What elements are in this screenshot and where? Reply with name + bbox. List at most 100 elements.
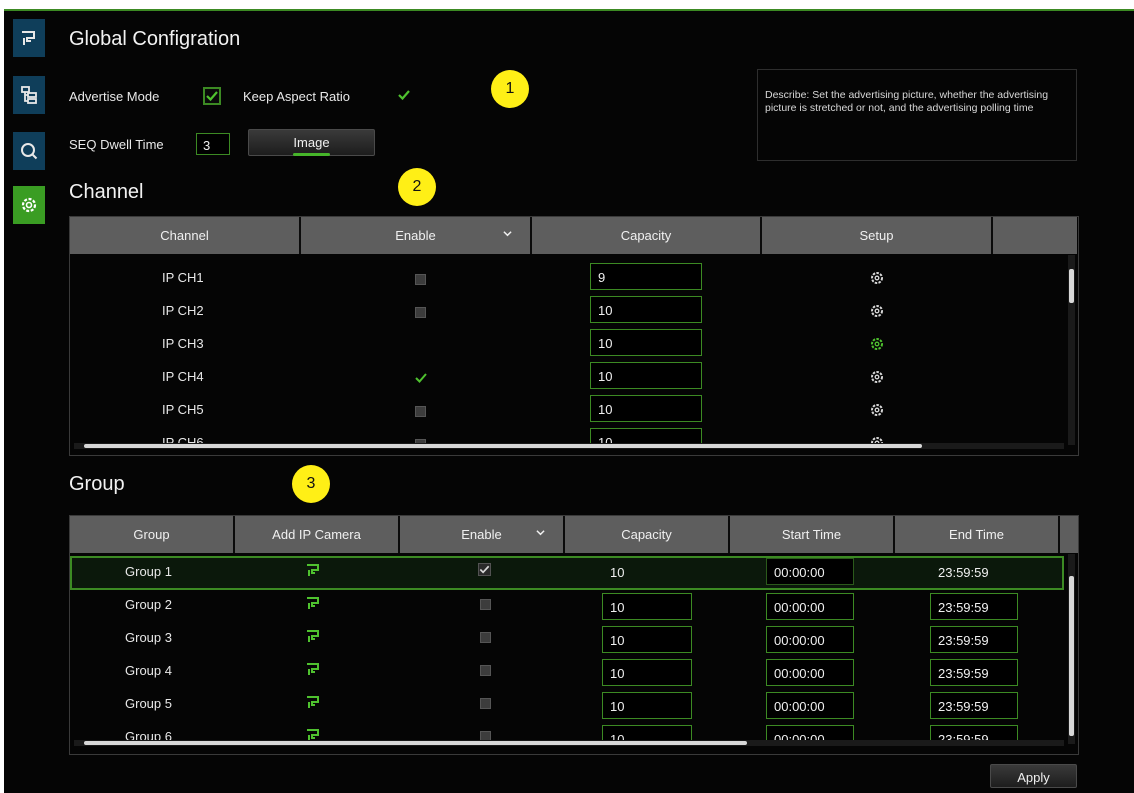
enable-checkbox[interactable] bbox=[415, 274, 426, 285]
advertise-mode-label: Advertise Mode bbox=[69, 89, 160, 104]
seq-dwell-time-label: SEQ Dwell Time bbox=[69, 137, 164, 152]
enable-checkbox-checked[interactable] bbox=[414, 371, 428, 385]
start-time-field[interactable]: 00:00:00 bbox=[766, 725, 854, 740]
capacity-field[interactable]: 10 bbox=[590, 329, 702, 356]
sidebar-item-camera[interactable] bbox=[13, 19, 45, 57]
capacity-field[interactable]: 10 bbox=[602, 659, 692, 686]
table-row[interactable]: Group 1 10 00:00:00 23:59:59 bbox=[70, 558, 1065, 593]
capacity-field[interactable]: 10 bbox=[602, 626, 692, 653]
group-name: Group 6 bbox=[125, 729, 172, 740]
add-ip-camera-icon[interactable] bbox=[305, 562, 321, 578]
capacity-field[interactable]: 9 bbox=[590, 263, 702, 290]
capacity-field[interactable]: 10 bbox=[602, 558, 692, 585]
group-name: Group 1 bbox=[125, 564, 172, 579]
end-time-field[interactable]: 23:59:59 bbox=[930, 593, 1018, 620]
enable-checkbox[interactable] bbox=[480, 599, 491, 610]
enable-checkbox-checked[interactable] bbox=[478, 563, 491, 576]
end-time-field[interactable]: 23:59:59 bbox=[930, 725, 1018, 740]
table-row[interactable]: IP CH2 10 bbox=[70, 296, 1065, 329]
enable-checkbox[interactable] bbox=[480, 731, 491, 740]
enable-checkbox[interactable] bbox=[480, 698, 491, 709]
start-time-field[interactable]: 00:00:00 bbox=[766, 558, 854, 585]
channel-vertical-scrollbar[interactable] bbox=[1068, 255, 1075, 445]
enable-checkbox[interactable] bbox=[480, 665, 491, 676]
annotation-marker-1: 1 bbox=[491, 70, 529, 108]
capacity-field[interactable]: 10 bbox=[590, 395, 702, 422]
table-row[interactable]: Group 2 10 00:00:00 23:59:59 bbox=[70, 593, 1065, 626]
scrollbar-thumb[interactable] bbox=[1069, 576, 1074, 736]
table-row[interactable]: IP CH6 10 bbox=[70, 428, 1065, 444]
column-header-enable[interactable]: Enable bbox=[400, 516, 565, 553]
setup-gear-icon[interactable] bbox=[870, 337, 884, 351]
capacity-field[interactable]: 10 bbox=[602, 725, 692, 740]
end-time-field[interactable]: 23:59:59 bbox=[930, 558, 1018, 585]
network-tree-icon bbox=[21, 86, 37, 104]
check-icon bbox=[398, 90, 410, 101]
column-header-add-ip-camera[interactable]: Add IP Camera bbox=[235, 516, 400, 553]
table-row[interactable]: Group 3 10 00:00:00 23:59:59 bbox=[70, 626, 1065, 659]
column-header-start-time[interactable]: Start Time bbox=[730, 516, 895, 553]
column-header-capacity[interactable]: Capacity bbox=[565, 516, 730, 553]
end-time-field[interactable]: 23:59:59 bbox=[930, 626, 1018, 653]
column-header-end-time[interactable]: End Time bbox=[895, 516, 1060, 553]
sidebar-item-network[interactable] bbox=[13, 76, 45, 114]
end-time-field[interactable]: 23:59:59 bbox=[930, 659, 1018, 686]
start-time-field[interactable]: 00:00:00 bbox=[766, 692, 854, 719]
table-row[interactable]: Group 4 10 00:00:00 23:59:59 bbox=[70, 659, 1065, 692]
global-config-title: Global Configration bbox=[69, 28, 241, 50]
column-header-capacity[interactable]: Capacity bbox=[532, 217, 762, 254]
capacity-field[interactable]: 10 bbox=[590, 296, 702, 323]
setup-gear-icon[interactable] bbox=[870, 304, 884, 318]
setup-gear-icon[interactable] bbox=[870, 271, 884, 285]
capacity-field[interactable]: 10 bbox=[602, 692, 692, 719]
start-time-field[interactable]: 00:00:00 bbox=[766, 593, 854, 620]
table-row[interactable]: IP CH1 9 bbox=[70, 263, 1065, 296]
enable-checkbox[interactable] bbox=[415, 307, 426, 318]
start-time-field[interactable]: 00:00:00 bbox=[766, 626, 854, 653]
column-header-channel[interactable]: Channel bbox=[70, 217, 301, 254]
capacity-field[interactable]: 10 bbox=[590, 428, 702, 444]
table-row[interactable]: IP CH5 10 bbox=[70, 395, 1065, 428]
enable-checkbox[interactable] bbox=[415, 406, 426, 417]
add-ip-camera-icon[interactable] bbox=[305, 727, 321, 740]
keep-aspect-ratio-label: Keep Aspect Ratio bbox=[243, 89, 350, 104]
start-time-field[interactable]: 00:00:00 bbox=[766, 659, 854, 686]
setup-gear-icon[interactable] bbox=[870, 370, 884, 384]
group-horizontal-scrollbar[interactable] bbox=[74, 740, 1064, 746]
table-row[interactable]: Group 5 10 00:00:00 23:59:59 bbox=[70, 692, 1065, 725]
column-header-group[interactable]: Group bbox=[70, 516, 235, 553]
channel-table-header: Channel Enable Capacity Setup bbox=[70, 217, 1077, 254]
scrollbar-thumb[interactable] bbox=[84, 741, 747, 745]
group-vertical-scrollbar[interactable] bbox=[1068, 554, 1075, 744]
column-header-enable[interactable]: Enable bbox=[301, 217, 532, 254]
seq-dwell-time-input[interactable]: 3 bbox=[196, 133, 230, 155]
sidebar-item-search[interactable] bbox=[13, 132, 45, 170]
table-row[interactable]: IP CH4 10 bbox=[70, 362, 1065, 395]
advertise-mode-checkbox[interactable] bbox=[203, 87, 221, 105]
scrollbar-thumb[interactable] bbox=[1069, 269, 1074, 303]
chevron-down-icon[interactable] bbox=[503, 229, 512, 238]
scrollbar-thumb[interactable] bbox=[84, 444, 922, 448]
channel-name: IP CH5 bbox=[162, 402, 204, 417]
chevron-down-icon[interactable] bbox=[536, 528, 545, 537]
sidebar-item-settings[interactable] bbox=[13, 186, 45, 224]
camera-icon bbox=[22, 31, 35, 45]
add-ip-camera-icon[interactable] bbox=[305, 661, 321, 677]
image-button[interactable]: Image bbox=[248, 129, 375, 156]
group-name: Group 4 bbox=[125, 663, 172, 678]
end-time-field[interactable]: 23:59:59 bbox=[930, 692, 1018, 719]
column-header-setup[interactable]: Setup bbox=[762, 217, 993, 254]
enable-checkbox[interactable] bbox=[480, 632, 491, 643]
apply-button[interactable]: Apply bbox=[990, 764, 1077, 788]
add-ip-camera-icon[interactable] bbox=[305, 628, 321, 644]
capacity-field[interactable]: 10 bbox=[602, 593, 692, 620]
setup-gear-icon[interactable] bbox=[870, 403, 884, 417]
table-row[interactable]: Group 6 10 00:00:00 23:59:59 bbox=[70, 725, 1065, 740]
add-ip-camera-icon[interactable] bbox=[305, 595, 321, 611]
table-row[interactable]: IP CH3 10 bbox=[70, 329, 1065, 362]
channel-horizontal-scrollbar[interactable] bbox=[74, 443, 1064, 449]
keep-aspect-ratio-checkbox[interactable] bbox=[395, 86, 413, 104]
capacity-field[interactable]: 10 bbox=[590, 362, 702, 389]
channel-name: IP CH1 bbox=[162, 270, 204, 285]
add-ip-camera-icon[interactable] bbox=[305, 694, 321, 710]
